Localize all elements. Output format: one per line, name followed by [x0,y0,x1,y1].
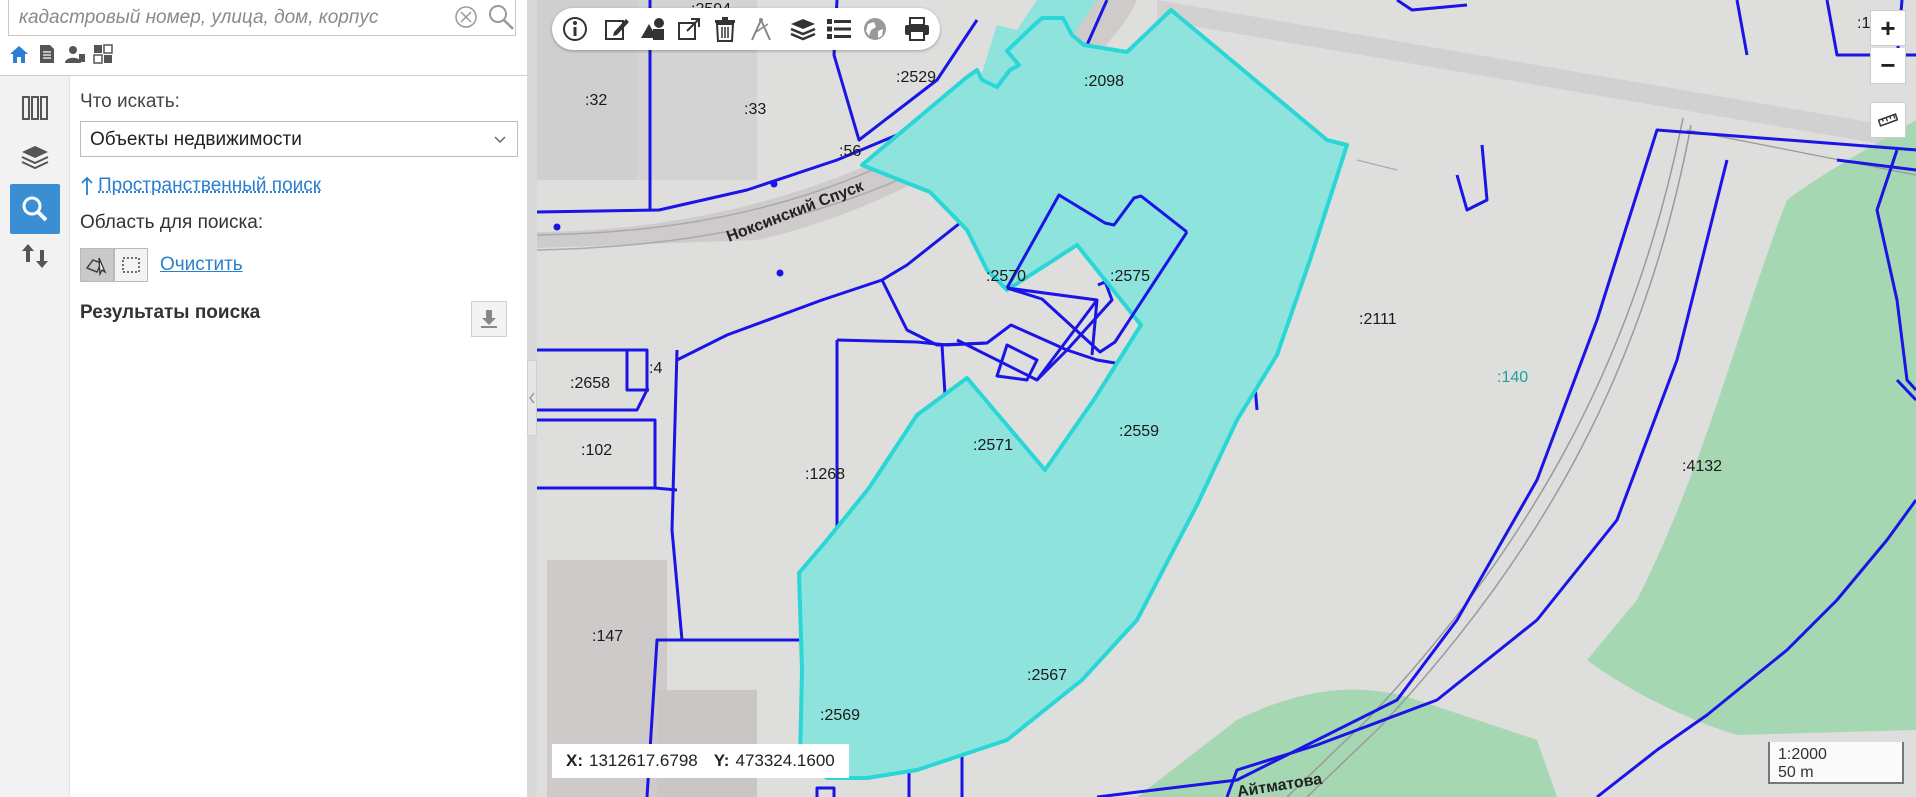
parcel-label: :2570 [986,268,1026,285]
x-label: X: [566,751,583,770]
delete-button[interactable] [708,12,742,46]
draw-rect-tool[interactable] [114,248,148,282]
parcel-label: :33 [744,101,766,118]
swap-button[interactable] [10,231,60,281]
scale-distance: 50 m [1778,764,1814,781]
what-select[interactable]: Объекты недвижимости [80,121,518,157]
shapes-icon [641,18,664,40]
home-icon[interactable] [8,43,30,65]
divider [0,75,527,76]
dashed-rect-icon [122,257,140,273]
select-shape-icon [85,257,107,276]
map-canvas[interactable]: Ноксинский Спуск Айтматова :32 :33 :2529… [537,0,1916,797]
export-icon [678,18,700,40]
y-coordinate: Y: 473324.1600 [714,751,835,771]
results-title: Результаты поиска [80,302,261,323]
parcel-label: :4 [649,360,662,377]
ruler-icon [1878,113,1898,127]
clear-link[interactable]: Очистить [160,254,243,276]
info-icon [563,17,587,41]
coordinate-display: X: 1312617.6798 Y: 473324.1600 [552,744,849,778]
spatial-search-link-wrap[interactable]: Пространственный поиск [80,175,321,197]
select-area-tool[interactable] [80,248,114,282]
y-label: Y: [713,751,730,770]
person-icon[interactable] [64,43,86,65]
catalog-icon [22,96,48,120]
ruler-button[interactable] [1870,102,1906,138]
left-panel: Что искать: Объекты недвижимости Простра… [0,0,527,797]
export-button[interactable] [672,12,706,46]
parcel-label: :4132 [1682,458,1722,475]
print-icon [905,17,929,41]
parcel-label: :2111 [1359,311,1397,328]
info-button[interactable] [558,12,592,46]
chevron-down-icon [494,136,506,144]
chevron-left-icon [529,392,535,404]
arrow-up-icon [81,176,93,195]
area-tools [80,248,148,282]
globe-button[interactable] [858,12,892,46]
parcel-label: :2559 [1119,423,1159,440]
shapes-button[interactable] [636,12,670,46]
edit-button[interactable] [600,12,634,46]
parcel-label: :2571 [973,437,1013,454]
trash-icon [715,17,735,42]
parcel-label: :147 [592,628,623,645]
parcel-label: :32 [585,92,607,109]
parcel-label: :2575 [1110,268,1150,285]
print-button[interactable] [900,12,934,46]
layers-button[interactable] [10,133,60,183]
download-button[interactable] [471,301,507,337]
parcel-label: :140 [1497,369,1528,386]
parcel-label: :1268 [805,466,845,483]
swap-icon [22,244,48,268]
parcel-label: :2567 [1027,667,1067,684]
clear-icon[interactable] [454,5,478,29]
what-label: Что искать: [80,91,180,112]
layers-toggle[interactable] [786,12,820,46]
collapse-handle[interactable] [527,360,537,436]
parcel-label: :2658 [570,375,610,392]
x-coordinate: X: 1312617.6798 [566,751,698,771]
legend-icon [827,19,851,39]
parcel-label: :2569 [820,707,860,724]
parcel-label: :102 [581,442,612,459]
search-box [8,0,516,36]
parcel-label: :2098 [1084,73,1124,90]
parcel-label: :56 [839,143,861,160]
layers-icon [790,19,816,41]
spatial-search-link[interactable]: Пространственный поиск [98,175,321,197]
magnifier-icon[interactable] [487,3,515,31]
area-label: Область для поиска: [80,212,264,233]
layers-icon [21,146,49,170]
document-icon[interactable] [36,43,58,65]
search-input[interactable] [17,4,451,32]
download-icon [481,310,497,328]
y-value: 473324.1600 [735,751,835,770]
measure-icon [751,17,771,41]
measure-button[interactable] [744,12,778,46]
legend-button[interactable] [822,12,856,46]
catalog-button[interactable] [10,83,60,133]
scale-ratio: 1:2000 [1778,746,1827,763]
scale-bar: 1:2000 50 m [1768,742,1904,784]
edit-icon [605,19,629,40]
grid-icon[interactable] [92,43,114,65]
mode-icons [8,43,114,69]
x-value: 1312617.6798 [589,751,698,770]
side-rail [0,76,70,797]
parcel-label: :2529 [896,69,936,86]
map-view[interactable]: Ноксинский Спуск Айтматова :32 :33 :2529… [537,0,1916,797]
map-toolbar [552,8,940,50]
globe-icon [864,18,886,40]
search-icon [22,196,48,222]
zoom-in-button[interactable]: + [1870,10,1906,46]
zoom-out-button[interactable]: − [1870,48,1906,84]
what-select-value: Объекты недвижимости [90,129,302,150]
search-button[interactable] [10,184,60,234]
